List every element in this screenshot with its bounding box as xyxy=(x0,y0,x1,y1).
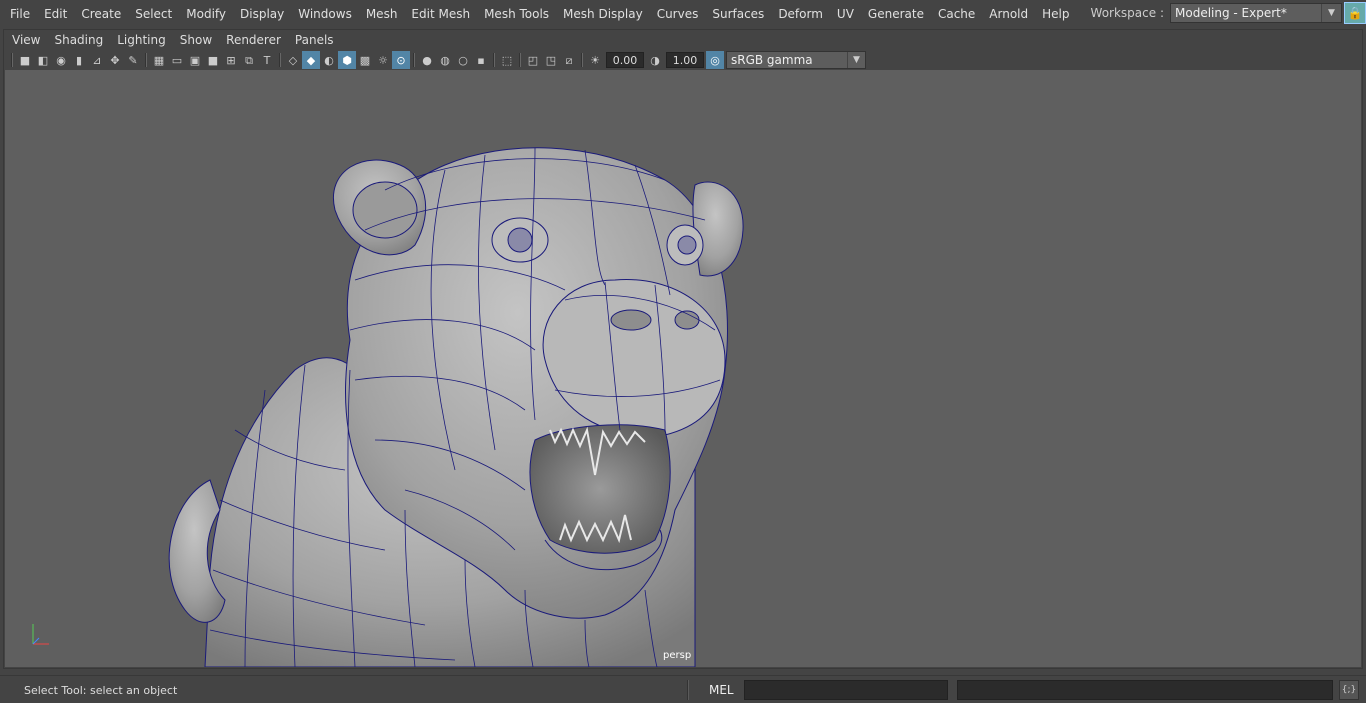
menu-modify[interactable]: Modify xyxy=(179,4,233,24)
camera-name-label: persp xyxy=(663,650,692,661)
right-ear-mesh xyxy=(692,181,744,277)
workspace-dropdown[interactable]: Modeling - Expert* ▼ xyxy=(1170,3,1342,23)
toolbar-separator xyxy=(493,53,495,67)
select-camera-icon[interactable]: ■ xyxy=(16,51,34,69)
image-plane-icon[interactable]: ⊿ xyxy=(88,51,106,69)
view-axis-gizmo xyxy=(25,618,55,648)
lock-icon[interactable]: 🔒 xyxy=(1344,2,1366,24)
toolbar-separator xyxy=(145,53,147,67)
grease-pencil-icon[interactable]: ✎ xyxy=(124,51,142,69)
gate-mask-icon[interactable]: ■ xyxy=(204,51,222,69)
viewport-panel: View Shading Lighting Show Renderer Pane… xyxy=(3,29,1363,669)
menu-deform[interactable]: Deform xyxy=(771,4,830,24)
anti-aliasing-icon[interactable]: ○ xyxy=(454,51,472,69)
menu-select[interactable]: Select xyxy=(128,4,179,24)
menu-mesh-display[interactable]: Mesh Display xyxy=(556,4,650,24)
left-ear-inner xyxy=(352,181,418,239)
toolbar-separator xyxy=(11,53,13,67)
textured-icon[interactable]: ▩ xyxy=(356,51,374,69)
menu-mesh[interactable]: Mesh xyxy=(359,4,405,24)
lock-camera-icon[interactable]: ◧ xyxy=(34,51,52,69)
menu-help[interactable]: Help xyxy=(1035,4,1076,24)
depth-of-field-icon[interactable]: ▪ xyxy=(472,51,490,69)
menu-mesh-tools[interactable]: Mesh Tools xyxy=(477,4,556,24)
panel-menu-view[interactable]: View xyxy=(4,33,47,47)
safe-action-icon[interactable]: ⧉ xyxy=(240,51,258,69)
panel-menu-lighting[interactable]: Lighting xyxy=(110,33,173,47)
toolbar-separator xyxy=(581,53,583,67)
use-all-lights-icon[interactable]: ☼ xyxy=(374,51,392,69)
menu-file[interactable]: File xyxy=(0,4,37,24)
gamma-icon[interactable]: ◑ xyxy=(646,51,664,69)
safe-title-icon[interactable]: T xyxy=(258,51,276,69)
gamma-field[interactable]: 1.00 xyxy=(666,52,704,68)
status-bar: Select Tool: select an object MEL {;} xyxy=(0,675,1366,703)
xray-icon[interactable]: ◰ xyxy=(524,51,542,69)
motion-blur-icon[interactable]: ◍ xyxy=(436,51,454,69)
wireframe-icon[interactable]: ◇ xyxy=(284,51,302,69)
screen-space-ao-icon[interactable]: ● xyxy=(418,51,436,69)
menu-curves[interactable]: Curves xyxy=(650,4,706,24)
help-line: Select Tool: select an object xyxy=(24,684,178,697)
main-menubar: File Edit Create Select Modify Display W… xyxy=(0,0,1366,28)
script-editor-icon[interactable]: {;} xyxy=(1339,680,1359,700)
menu-windows[interactable]: Windows xyxy=(291,4,359,24)
menu-uv[interactable]: UV xyxy=(830,4,861,24)
perspective-viewport[interactable]: persp xyxy=(5,70,1361,667)
film-gate-icon[interactable]: ▭ xyxy=(168,51,186,69)
command-language-toggle[interactable]: MEL xyxy=(709,683,734,697)
menu-edit[interactable]: Edit xyxy=(37,4,74,24)
panel-menubar: View Shading Lighting Show Renderer Pane… xyxy=(4,30,341,50)
panel-menu-shading[interactable]: Shading xyxy=(47,33,110,47)
workspace-value: Modeling - Expert* xyxy=(1175,6,1287,20)
shadows-icon[interactable]: ⊙ xyxy=(392,51,410,69)
toolbar-separator xyxy=(413,53,415,67)
menu-display[interactable]: Display xyxy=(233,4,291,24)
workspace-selector: Workspace : Modeling - Expert* ▼ 🔒 xyxy=(1091,2,1366,24)
workspace-label: Workspace : xyxy=(1090,6,1164,20)
toolbar-separator xyxy=(519,53,521,67)
menu-arnold[interactable]: Arnold xyxy=(982,4,1035,24)
xray-joints-icon[interactable]: ⧄ xyxy=(560,51,578,69)
exposure-field[interactable]: 0.00 xyxy=(606,52,644,68)
wireframe-on-shaded-icon[interactable]: ⬢ xyxy=(338,51,356,69)
two-d-pan-zoom-icon[interactable]: ✥ xyxy=(106,51,124,69)
panel-toolbar: ■ ◧ ◉ ▮ ⊿ ✥ ✎ ▦ ▭ ▣ ■ ⊞ ⧉ T ◇ ◆ ◐ ⬢ ▩ ☼ … xyxy=(4,50,1362,70)
default-material-icon[interactable]: ◐ xyxy=(320,51,338,69)
smooth-shade-icon[interactable]: ◆ xyxy=(302,51,320,69)
command-line-input[interactable] xyxy=(744,680,948,700)
axis-icon xyxy=(32,624,49,645)
resolution-gate-icon[interactable]: ▣ xyxy=(186,51,204,69)
menu-cache[interactable]: Cache xyxy=(931,4,982,24)
menu-edit-mesh[interactable]: Edit Mesh xyxy=(404,4,477,24)
chevron-down-icon[interactable]: ▼ xyxy=(847,52,865,68)
view-transform-dropdown[interactable]: sRGB gamma ▼ xyxy=(726,51,866,69)
panel-menu-renderer[interactable]: Renderer xyxy=(219,33,288,47)
exposure-icon[interactable]: ☀ xyxy=(586,51,604,69)
chevron-down-icon[interactable]: ▼ xyxy=(1321,4,1341,22)
color-management-icon[interactable]: ◎ xyxy=(706,51,724,69)
panel-menu-panels[interactable]: Panels xyxy=(288,33,341,47)
mesh-render xyxy=(168,147,744,667)
isolate-select-icon[interactable]: ⬚ xyxy=(498,51,516,69)
camera-attributes-icon[interactable]: ◉ xyxy=(52,51,70,69)
field-chart-icon[interactable]: ⊞ xyxy=(222,51,240,69)
panel-menu-show[interactable]: Show xyxy=(173,33,219,47)
grid-icon[interactable]: ▦ xyxy=(150,51,168,69)
menu-generate[interactable]: Generate xyxy=(861,4,931,24)
xray-active-components-icon[interactable]: ◳ xyxy=(542,51,560,69)
command-result-field xyxy=(957,680,1333,700)
view-transform-value: sRGB gamma xyxy=(731,53,813,67)
status-separator xyxy=(687,680,689,700)
menu-surfaces[interactable]: Surfaces xyxy=(705,4,771,24)
toolbar-separator xyxy=(279,53,281,67)
bookmark-icon[interactable]: ▮ xyxy=(70,51,88,69)
menu-create[interactable]: Create xyxy=(74,4,128,24)
